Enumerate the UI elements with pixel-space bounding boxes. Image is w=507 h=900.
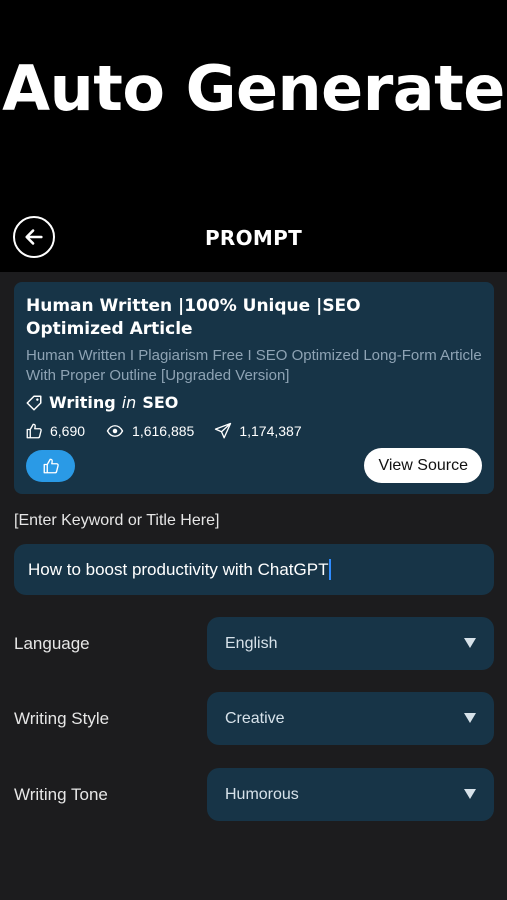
writing-tone-select[interactable]: Humorous [207,768,494,821]
prompt-label: [Enter Keyword or Title Here] [14,512,220,529]
view-source-button[interactable]: View Source [364,448,482,483]
eye-icon [106,425,124,437]
category-name: SEO [142,393,179,412]
like-button[interactable] [26,450,75,482]
writing-style-label: Writing Style [14,709,110,728]
category-prefix: Writing [49,393,116,412]
category-in: in [121,393,137,412]
card-description: Human Written I Plagiarism Free I SEO Op… [26,347,482,384]
shares-stat: 1,174,387 [214,422,302,440]
card-title: Human Written |100% Unique |SEO Optimize… [26,296,361,339]
triangle-down-icon [464,713,476,723]
send-icon [215,422,232,439]
triangle-down-icon [464,789,476,799]
views-stat: 1,616,885 [105,422,194,440]
writing-tone-label: Writing Tone [14,785,108,804]
keyword-input-value: How to boost productivity with ChatGPT [28,559,329,579]
likes-stat: 6,690 [25,422,85,440]
prompt-card: Human Written |100% Unique |SEO Optimize… [14,282,494,494]
card-category: Writing in SEO [25,393,178,412]
hero-title: Auto Generate [2,52,505,125]
thumbs-up-icon [26,423,42,439]
writing-tone-value: Humorous [225,785,299,803]
page-title: PROMPT [204,226,303,250]
thumbs-up-icon [43,458,59,474]
language-value: English [225,634,278,652]
views-count: 1,616,885 [132,423,195,439]
hero-banner: Auto Generate PROMPT [0,0,507,272]
shares-count: 1,174,387 [239,423,302,439]
likes-count: 6,690 [50,423,86,439]
tag-icon [26,395,42,410]
language-select[interactable]: English [207,617,494,670]
text-caret [329,559,332,580]
writing-style-value: Creative [225,709,285,727]
writing-style-select[interactable]: Creative [207,692,494,745]
card-stats: 6,690 1,616,885 1,174,387 [25,422,322,440]
main-content: Human Written |100% Unique |SEO Optimize… [0,272,507,900]
keyword-input[interactable]: How to boost productivity with ChatGPT [14,544,494,595]
language-label: Language [14,634,90,653]
triangle-down-icon [464,638,476,648]
